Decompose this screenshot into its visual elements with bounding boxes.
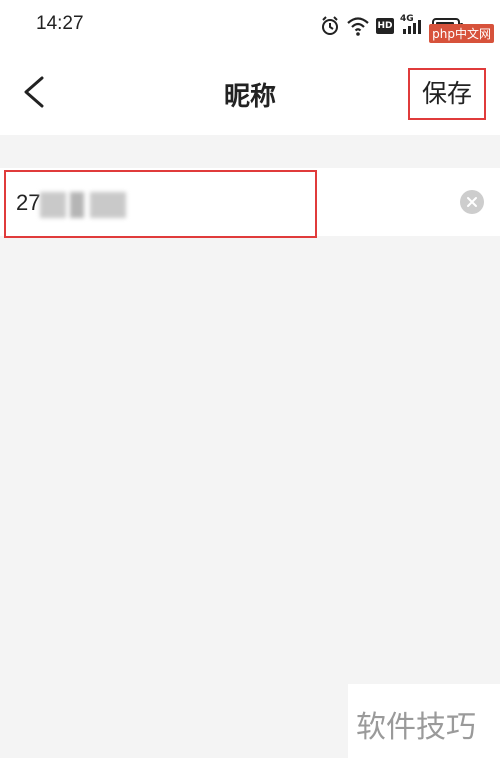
status-bar: 14:27 HD 4G php中文网: [0, 0, 500, 50]
watermark-text: 软件技巧: [356, 710, 476, 745]
watermark-badge: php中文网: [429, 24, 494, 43]
nickname-edit-screen: 14:27 HD 4G php中文网 昵称 保存 27 软件技巧: [0, 0, 500, 758]
clear-button[interactable]: [460, 190, 484, 214]
obscured-text: [40, 192, 66, 218]
hd-label: HD: [377, 21, 393, 31]
save-button[interactable]: 保存: [408, 68, 486, 120]
nickname-input[interactable]: 27: [4, 170, 317, 238]
wifi-icon: [346, 14, 370, 38]
obscured-text: [90, 192, 126, 218]
obscured-text: [70, 192, 84, 218]
nav-bar: 昵称 保存: [0, 50, 500, 135]
footer-watermark: 软件技巧: [348, 684, 500, 758]
clear-circle-icon: [467, 197, 477, 207]
status-time: 14:27: [36, 13, 84, 34]
nickname-input-row: 27: [0, 168, 500, 238]
alarm-icon: [320, 14, 340, 38]
nickname-value: 27: [16, 190, 41, 215]
signal-4g-icon: [400, 14, 428, 38]
